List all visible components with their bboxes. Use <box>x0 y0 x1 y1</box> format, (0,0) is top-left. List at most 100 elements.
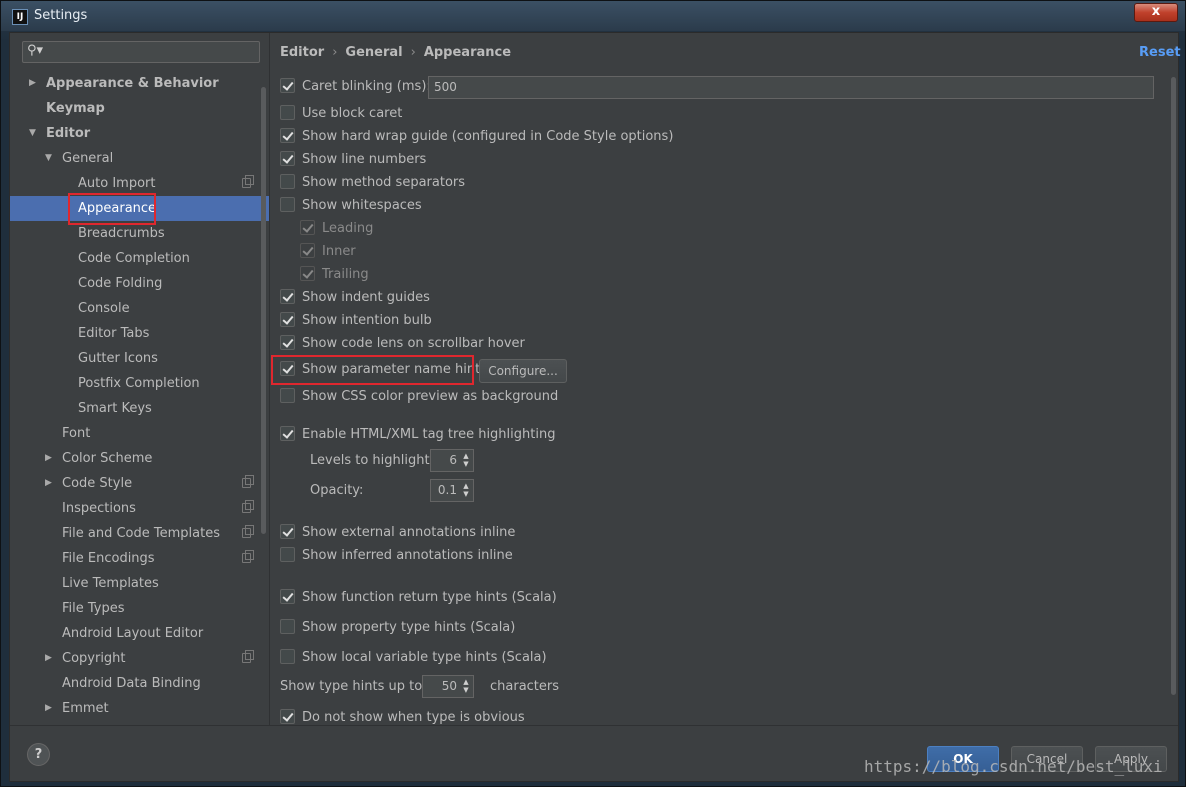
option-whitespaces[interactable]: Show whitespaces <box>280 196 422 216</box>
checkbox[interactable] <box>280 78 295 93</box>
panel-scrollbar[interactable] <box>1170 77 1177 695</box>
tree-item-editor-tabs[interactable]: Editor Tabs <box>10 321 269 346</box>
option-inferred-annotations[interactable]: Show inferred annotations inline <box>280 546 513 566</box>
opacity-label: Opacity: <box>310 483 364 498</box>
checkbox[interactable] <box>280 524 295 539</box>
tree-item-label: Font <box>62 426 91 441</box>
expand-arrow-icon[interactable]: ▶ <box>45 446 52 471</box>
option-label: Show method separators <box>302 175 466 190</box>
type-hints-spinner[interactable]: 50 ▲ ▼ <box>422 675 474 698</box>
tree-item-gutter-icons[interactable]: Gutter Icons <box>10 346 269 371</box>
tree-item-color-scheme[interactable]: ▶ Color Scheme <box>10 446 269 471</box>
checkbox[interactable] <box>280 709 295 724</box>
tree-item-console[interactable]: Console <box>10 296 269 321</box>
spinner-arrows-icon[interactable]: ▲ ▼ <box>461 678 471 695</box>
option-css-color-preview[interactable]: Show CSS color preview as background <box>280 387 558 407</box>
tree-item-appearance-behavior[interactable]: ▶ Appearance & Behavior <box>10 71 269 96</box>
checkbox[interactable] <box>280 619 295 634</box>
tree-item-editor[interactable]: ▼ Editor <box>10 121 269 146</box>
option-label: Show indent guides <box>302 290 430 305</box>
checkbox[interactable] <box>280 547 295 562</box>
option-indent-guides[interactable]: Show indent guides <box>280 288 430 308</box>
checkbox[interactable] <box>280 335 295 350</box>
option-label: Show code lens on scrollbar hover <box>302 336 525 351</box>
option-label: Show CSS color preview as background <box>302 389 559 404</box>
option-label: Show inferred annotations inline <box>302 548 513 563</box>
tree-item-emmet[interactable]: ▶ Emmet <box>10 696 269 721</box>
option-property-type-hints[interactable]: Show property type hints (Scala) <box>280 618 515 638</box>
tree-item-android-data-binding[interactable]: Android Data Binding <box>10 671 269 696</box>
opacity-spinner[interactable]: 0.1 ▲ ▼ <box>430 479 474 502</box>
checkbox[interactable] <box>280 174 295 189</box>
option-external-annotations[interactable]: Show external annotations inline <box>280 523 515 543</box>
tree-item-keymap[interactable]: Keymap <box>10 96 269 121</box>
checkbox[interactable] <box>280 128 295 143</box>
checkbox[interactable] <box>280 426 295 441</box>
search-box[interactable]: ⚲▾ <box>22 41 260 63</box>
checkbox[interactable] <box>280 105 295 120</box>
close-button[interactable]: x <box>1134 3 1178 22</box>
expand-arrow-icon[interactable]: ▶ <box>45 696 52 721</box>
tree-item-smart-keys[interactable]: Smart Keys <box>10 396 269 421</box>
tree-item-code-style[interactable]: ▶ Code Style <box>10 471 269 496</box>
checkbox[interactable] <box>280 312 295 327</box>
tree-item-breadcrumbs[interactable]: Breadcrumbs <box>10 221 269 246</box>
tree-item-code-folding[interactable]: Code Folding <box>10 271 269 296</box>
tree-item-inspections[interactable]: Inspections <box>10 496 269 521</box>
levels-spinner[interactable]: 6 ▲ ▼ <box>430 449 474 472</box>
tree-item-label: Live Templates <box>62 576 159 591</box>
option-caret-blinking[interactable]: Caret blinking (ms): <box>280 77 431 97</box>
option-label: Show intention bulb <box>302 313 432 328</box>
option-intention-bulb[interactable]: Show intention bulb <box>280 311 432 331</box>
search-input[interactable] <box>45 43 255 61</box>
configure-button[interactable]: Configure... <box>479 359 567 383</box>
expand-arrow-icon[interactable]: ▶ <box>29 71 36 96</box>
checkbox[interactable] <box>280 289 295 304</box>
tree-item-label: Breadcrumbs <box>78 226 165 241</box>
highlight-box-parameter-hints <box>271 355 474 385</box>
tree-item-font[interactable]: Font <box>10 421 269 446</box>
option-hard-wrap-guide[interactable]: Show hard wrap guide (configured in Code… <box>280 127 673 147</box>
option-label: Do not show when type is obvious <box>302 710 525 725</box>
scrollbar-thumb[interactable] <box>1171 77 1176 695</box>
project-settings-icon <box>242 175 254 188</box>
reset-link[interactable]: Reset <box>1139 45 1181 60</box>
help-icon[interactable]: ? <box>27 743 50 766</box>
tree-item-label: General <box>62 151 114 166</box>
tree-item-file-code-templates[interactable]: File and Code Templates <box>10 521 269 546</box>
spinner-arrows-icon[interactable]: ▲ ▼ <box>461 452 471 469</box>
checkbox[interactable] <box>280 197 295 212</box>
option-method-separators[interactable]: Show method separators <box>280 173 465 193</box>
option-line-numbers[interactable]: Show line numbers <box>280 150 426 170</box>
tree-item-general[interactable]: ▼ General <box>10 146 269 171</box>
checkbox[interactable] <box>280 151 295 166</box>
appearance-settings-panel: Editor › General › Appearance Reset Caret bl… <box>270 33 1181 725</box>
option-label: Show property type hints (Scala) <box>302 620 516 635</box>
collapse-arrow-icon[interactable]: ▼ <box>45 146 52 171</box>
option-code-lens[interactable]: Show code lens on scrollbar hover <box>280 334 525 354</box>
tree-item-code-completion[interactable]: Code Completion <box>10 246 269 271</box>
option-tag-tree-highlighting[interactable]: Enable HTML/XML tag tree highlighting <box>280 425 555 445</box>
checkbox[interactable] <box>280 649 295 664</box>
checkbox[interactable] <box>280 589 295 604</box>
spinner-arrows-icon[interactable]: ▲ ▼ <box>461 482 471 499</box>
tree-item-postfix-completion[interactable]: Postfix Completion <box>10 371 269 396</box>
option-label: Show function return type hints (Scala) <box>302 590 557 605</box>
collapse-arrow-icon[interactable]: ▼ <box>29 121 36 146</box>
sidebar-scrollbar[interactable] <box>261 87 266 534</box>
option-block-caret[interactable]: Use block caret <box>280 104 402 124</box>
expand-arrow-icon[interactable]: ▶ <box>45 646 52 671</box>
expand-arrow-icon[interactable]: ▶ <box>45 471 52 496</box>
tree-item-file-types[interactable]: File Types <box>10 596 269 621</box>
tree-item-copyright[interactable]: ▶ Copyright <box>10 646 269 671</box>
tree-item-file-encodings[interactable]: File Encodings <box>10 546 269 571</box>
option-label: Show hard wrap guide (configured in Code… <box>302 129 674 144</box>
project-settings-icon <box>242 475 254 488</box>
breadcrumb-editor: Editor <box>280 45 325 60</box>
option-function-return-hints[interactable]: Show function return type hints (Scala) <box>280 588 557 608</box>
option-local-variable-hints[interactable]: Show local variable type hints (Scala) <box>280 648 547 668</box>
tree-item-live-templates[interactable]: Live Templates <box>10 571 269 596</box>
caret-blinking-input[interactable]: 500 <box>428 76 1154 99</box>
tree-item-android-layout-editor[interactable]: Android Layout Editor <box>10 621 269 646</box>
checkbox[interactable] <box>280 388 295 403</box>
